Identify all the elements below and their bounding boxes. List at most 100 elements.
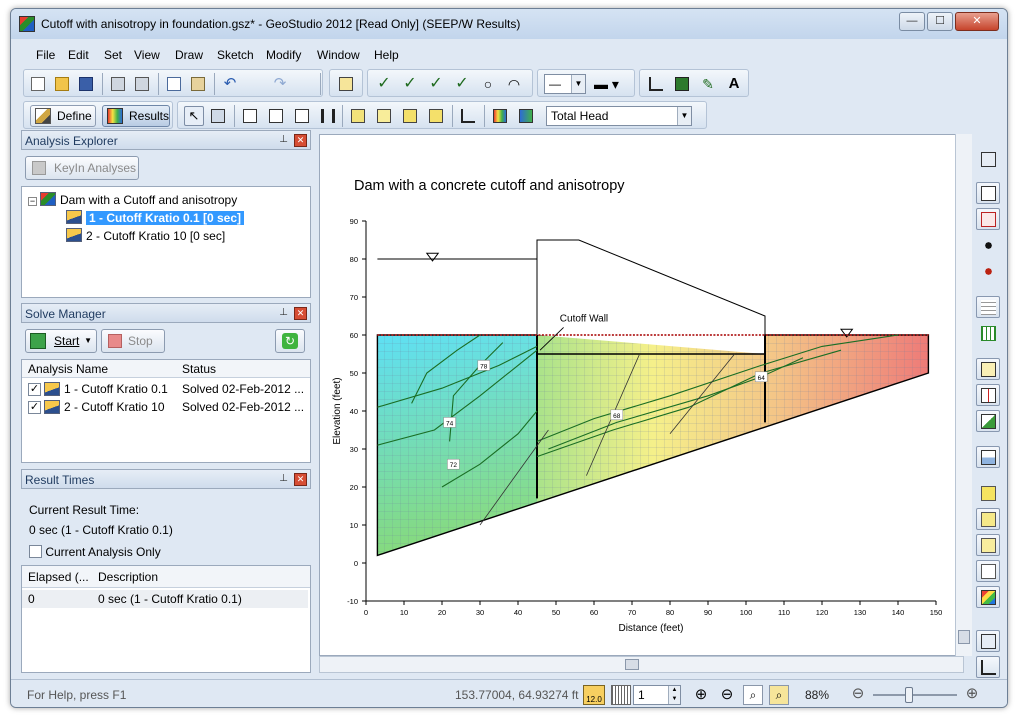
panel-close-icon[interactable]: ✕ bbox=[294, 134, 307, 147]
draw-vectors-button[interactable] bbox=[374, 106, 394, 126]
draw-contour-lines-button[interactable] bbox=[976, 560, 1000, 582]
analysis-checkbox[interactable]: ✓ bbox=[28, 383, 41, 396]
close-button[interactable]: ✕ bbox=[955, 12, 999, 31]
draw-boundary-button[interactable] bbox=[976, 182, 1000, 204]
draw-water-table-button[interactable] bbox=[976, 446, 1000, 468]
analysis-checkbox[interactable]: ✓ bbox=[28, 401, 41, 414]
menu-set[interactable]: Set bbox=[104, 48, 122, 62]
zoom-objects-status-button[interactable]: ⌕ bbox=[769, 685, 789, 705]
copy-button[interactable] bbox=[164, 74, 184, 94]
draw-function-button[interactable] bbox=[976, 148, 1000, 170]
current-analysis-only-checkbox[interactable] bbox=[29, 545, 42, 558]
panel-close-icon[interactable]: ✕ bbox=[294, 307, 307, 320]
print-button[interactable] bbox=[108, 74, 128, 94]
draw-points-tool-button[interactable] bbox=[976, 234, 1000, 256]
keyin-analyses-button[interactable]: KeyIn Analyses bbox=[25, 156, 139, 180]
sketch-text-button[interactable]: ✎ bbox=[698, 74, 718, 94]
flux-section-button[interactable] bbox=[318, 106, 338, 126]
maximize-button[interactable]: ☐ bbox=[927, 12, 953, 31]
tree-item-analysis-2[interactable]: 2 - Cutoff Kratio 10 [0 sec] bbox=[66, 228, 225, 243]
col-elapsed[interactable]: Elapsed (... bbox=[28, 570, 89, 584]
view-axes-button[interactable] bbox=[976, 656, 1000, 678]
draw-flux-button[interactable] bbox=[348, 106, 368, 126]
draw-seepage-face-button[interactable] bbox=[976, 410, 1000, 432]
pin-icon[interactable]: ⊥ bbox=[279, 307, 288, 318]
draw-grid-button[interactable] bbox=[976, 322, 1000, 344]
collapse-icon[interactable]: − bbox=[28, 197, 37, 206]
menu-help[interactable]: Help bbox=[374, 48, 399, 62]
draw-elevation-button[interactable] bbox=[976, 358, 1000, 380]
select-pointer-button[interactable]: ↖ bbox=[184, 106, 204, 126]
new-file-button[interactable] bbox=[28, 74, 48, 94]
zoom-slider[interactable] bbox=[873, 687, 957, 703]
line-style-select[interactable]: — ▼ bbox=[544, 74, 586, 94]
scroll-thumb[interactable] bbox=[625, 659, 639, 670]
zoom-slider-thumb[interactable] bbox=[905, 687, 913, 703]
zoom-out-button[interactable]: ⊖ bbox=[717, 685, 737, 705]
zoom-in-button[interactable]: ⊕ bbox=[691, 685, 711, 705]
scale-button[interactable]: 12.0 bbox=[583, 685, 605, 705]
menu-edit[interactable]: Edit bbox=[68, 48, 89, 62]
draw-flow-paths-button[interactable] bbox=[400, 106, 420, 126]
zoom-in-slider-button[interactable]: ⊕ bbox=[963, 685, 981, 703]
draw-contour-fill-button[interactable] bbox=[490, 106, 510, 126]
draw-numbered-points-button[interactable] bbox=[976, 260, 1000, 282]
list-item[interactable]: ✓ 2 - Cutoff Kratio 10 Solved 02-Feb-201… bbox=[22, 398, 310, 416]
menu-window[interactable]: Window bbox=[317, 48, 360, 62]
draw-contours-button[interactable] bbox=[426, 106, 446, 126]
view-node-info-button[interactable] bbox=[240, 106, 260, 126]
result-type-select[interactable]: Total Head ▼ bbox=[546, 106, 692, 126]
draw-points-button[interactable]: ✓ bbox=[374, 74, 394, 94]
tree-root[interactable]: − Dam with a Cutoff and anisotropy bbox=[28, 192, 237, 207]
horizontal-scrollbar[interactable] bbox=[319, 656, 964, 673]
view-element-info-button[interactable] bbox=[266, 106, 286, 126]
menu-sketch[interactable]: Sketch bbox=[217, 48, 254, 62]
draw-flux-section-button[interactable] bbox=[976, 384, 1000, 406]
menu-modify[interactable]: Modify bbox=[266, 48, 301, 62]
draw-color-fill-button[interactable] bbox=[976, 586, 1000, 608]
spinner-icon[interactable]: ▲ ▼ bbox=[668, 686, 680, 704]
draw-material-button[interactable] bbox=[976, 208, 1000, 230]
menu-view[interactable]: View bbox=[134, 48, 160, 62]
menu-file[interactable]: File bbox=[36, 48, 55, 62]
current-analysis-only-option[interactable]: Current Analysis Only bbox=[29, 545, 161, 559]
pin-icon[interactable]: ⊥ bbox=[279, 473, 288, 484]
sketch-axes-button[interactable] bbox=[646, 74, 666, 94]
panel-close-icon[interactable]: ✕ bbox=[294, 473, 307, 486]
draw-flow-lines-button[interactable] bbox=[976, 534, 1000, 556]
draw-circle-button[interactable]: ○ bbox=[478, 74, 498, 94]
draw-gradient-button[interactable] bbox=[976, 508, 1000, 530]
col-status[interactable]: Status bbox=[182, 362, 216, 376]
undo-button[interactable]: ↶ bbox=[220, 74, 240, 94]
col-analysis-name[interactable]: Analysis Name bbox=[28, 362, 108, 376]
save-button[interactable] bbox=[76, 74, 96, 94]
define-mode-button[interactable]: Define bbox=[30, 105, 96, 127]
draw-regions-button[interactable]: ✓ bbox=[426, 74, 446, 94]
list-item[interactable]: 0 0 sec (1 - Cutoff Kratio 0.1) bbox=[22, 590, 308, 608]
chevron-down-icon[interactable]: ▼ bbox=[84, 330, 92, 352]
draw-graph-button[interactable] bbox=[458, 106, 478, 126]
vertical-scrollbar[interactable] bbox=[955, 134, 972, 656]
draw-velocity-button[interactable] bbox=[976, 482, 1000, 504]
list-item[interactable]: ✓ 1 - Cutoff Kratio 0.1 Solved 02-Feb-20… bbox=[22, 380, 310, 398]
zoom-objects-button[interactable] bbox=[336, 74, 356, 94]
line-thickness-select[interactable]: ▬ ▾ bbox=[594, 74, 630, 94]
contour-legend-button[interactable] bbox=[516, 106, 536, 126]
stop-button[interactable]: Stop bbox=[101, 329, 165, 353]
col-description[interactable]: Description bbox=[98, 570, 158, 584]
redo-button[interactable]: ↷ bbox=[270, 74, 290, 94]
open-file-button[interactable] bbox=[52, 74, 72, 94]
view-sketch-text-button[interactable] bbox=[976, 630, 1000, 652]
pin-icon[interactable]: ⊥ bbox=[279, 134, 288, 145]
tree-item-analysis-1[interactable]: 1 - Cutoff Kratio 0.1 [0 sec] bbox=[66, 210, 245, 225]
minimize-button[interactable]: — bbox=[899, 12, 925, 31]
paste-button[interactable] bbox=[188, 74, 208, 94]
draw-mesh-button[interactable] bbox=[976, 296, 1000, 318]
select-region-button[interactable] bbox=[208, 106, 228, 126]
view-results-table-button[interactable] bbox=[292, 106, 312, 126]
draw-arc-button[interactable]: ◠ bbox=[504, 74, 524, 94]
menu-draw[interactable]: Draw bbox=[175, 48, 203, 62]
zoom-page-button[interactable]: ⌕ bbox=[743, 685, 763, 705]
results-mode-button[interactable]: Results bbox=[102, 105, 170, 127]
drawing-canvas[interactable]: Dam with a concrete cutoff and anisotrop… bbox=[319, 134, 964, 656]
